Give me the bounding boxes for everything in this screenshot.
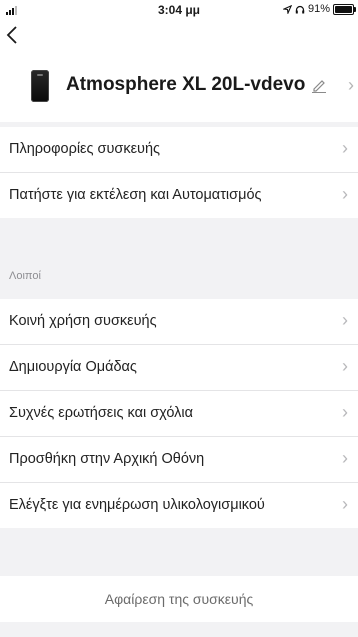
location-arrow-icon [282, 4, 292, 14]
list-item-add-home-screen[interactable]: Προσθήκη στην Αρχική Οθόνη › [0, 437, 358, 483]
remove-device-button[interactable]: Αφαίρεση της συσκευής [0, 591, 358, 607]
nav-bar [0, 20, 358, 50]
remove-device-section: Αφαίρεση της συσκευής [0, 576, 358, 622]
list-item-label: Συχνές ερωτήσεις και σχόλια [9, 405, 194, 421]
list-item-faq[interactable]: Συχνές ερωτήσεις και σχόλια › [0, 391, 358, 437]
list-item-label: Κοινή χρήση συσκευής [9, 313, 157, 329]
device-info-list: Πληροφορίες συσκευής › Πατήστε για εκτέλ… [0, 127, 358, 218]
battery-icon [333, 3, 356, 15]
section-label: Λοιποί [9, 270, 41, 282]
list-item-label: Πληροφορίες συσκευής [9, 141, 161, 157]
status-bar: 3:04 μμ 91% [0, 0, 358, 20]
battery-percent: 91% [307, 3, 330, 15]
list-item-device-info[interactable]: Πληροφορίες συσκευής › [0, 127, 358, 173]
device-name: Atmosphere XL 20L-vdevo [66, 74, 306, 95]
list-item-firmware-update[interactable]: Ελέγξτε για ενημέρωση υλικολογισμικού › [0, 483, 358, 528]
other-options-list: Κοινή χρήση συσκευής › Δημιουργία Ομάδας… [0, 299, 358, 528]
list-item-label: Δημιουργία Ομάδας [9, 359, 137, 375]
list-item-share-device[interactable]: Κοινή χρήση συσκευής › [0, 299, 358, 345]
device-image [31, 70, 49, 102]
status-right: 91% [282, 3, 356, 15]
chevron-right-icon: › [342, 138, 348, 158]
chevron-left-icon [6, 26, 17, 44]
list-item-label: Προσθήκη στην Αρχική Οθόνη [9, 451, 205, 467]
chevron-right-icon: › [342, 402, 348, 422]
chevron-right-icon: › [342, 310, 348, 330]
list-item-label: Ελέγξτε για ενημέρωση υλικολογισμικού [9, 497, 265, 513]
list-item-label: Πατήστε για εκτέλεση και Αυτοματισμός [9, 187, 262, 203]
pencil-icon[interactable] [311, 79, 327, 93]
device-header[interactable]: Atmosphere XL 20L-vdevo › [0, 50, 358, 122]
chevron-right-icon: › [342, 184, 348, 204]
back-button[interactable] [6, 21, 18, 51]
chevron-right-icon: › [348, 75, 354, 95]
list-item-create-group[interactable]: Δημιουργία Ομάδας › [0, 345, 358, 391]
chevron-right-icon: › [342, 356, 348, 376]
chevron-right-icon: › [342, 494, 348, 514]
chevron-right-icon: › [342, 448, 348, 468]
headphones-icon [295, 5, 305, 13]
list-item-tap-to-run[interactable]: Πατήστε για εκτέλεση και Αυτοματισμός › [0, 173, 358, 218]
